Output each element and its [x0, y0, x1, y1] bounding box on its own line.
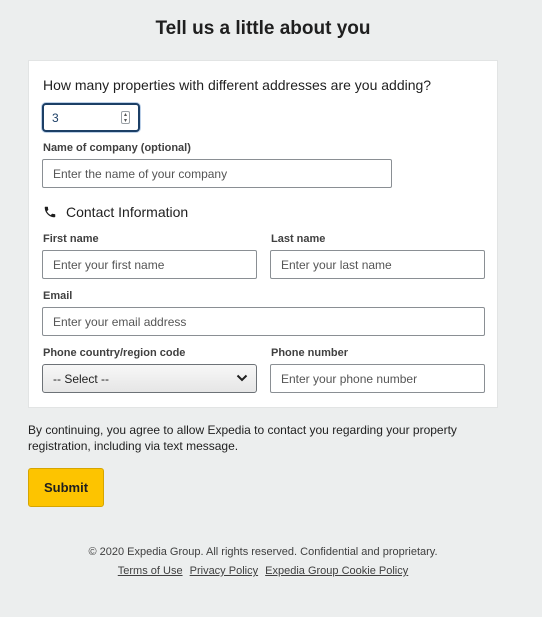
phone-icon [44, 206, 56, 218]
page-title: Tell us a little about you [155, 18, 371, 39]
registration-page: Tell us a little about you How many prop… [0, 0, 542, 617]
consent-text: By continuing, you agree to allow Expedi… [28, 423, 457, 453]
last-name-label: Last name [271, 233, 326, 245]
cookie-policy-link[interactable]: Expedia Group Cookie Policy [265, 565, 408, 577]
privacy-policy-link[interactable]: Privacy Policy [190, 565, 258, 577]
first-name-label: First name [43, 233, 99, 245]
property-count-input[interactable]: ▴▾ [42, 103, 140, 132]
first-name-input[interactable] [42, 250, 257, 279]
country-code-label: Phone country/region code [43, 347, 186, 359]
country-code-select[interactable]: -- Select -- [42, 364, 257, 393]
property-count-question: How many properties with different addre… [43, 77, 432, 93]
phone-number-input[interactable] [270, 364, 485, 393]
terms-of-use-link[interactable]: Terms of Use [118, 565, 183, 577]
contact-heading-text: Contact Information [66, 204, 189, 220]
phone-label: Phone number [271, 347, 349, 359]
form-card: How many properties with different addre… [28, 60, 498, 408]
footer-links: Terms of Use Privacy Policy Expedia Grou… [0, 565, 526, 577]
company-label: Name of company (optional) [43, 142, 191, 154]
submit-button[interactable]: Submit [28, 468, 104, 507]
country-code-selected: -- Select -- [53, 372, 110, 386]
last-name-input[interactable] [270, 250, 485, 279]
email-label: Email [43, 290, 73, 302]
property-count-value[interactable] [52, 110, 112, 126]
email-input[interactable] [42, 307, 485, 336]
stepper-icon[interactable]: ▴ ▾ [121, 111, 130, 124]
copyright-text: © 2020 Expedia Group. All rights reserve… [88, 546, 438, 558]
contact-section-heading: Contact Information [43, 204, 188, 220]
company-name-input[interactable] [42, 159, 392, 188]
chevron-down-icon [236, 374, 248, 382]
